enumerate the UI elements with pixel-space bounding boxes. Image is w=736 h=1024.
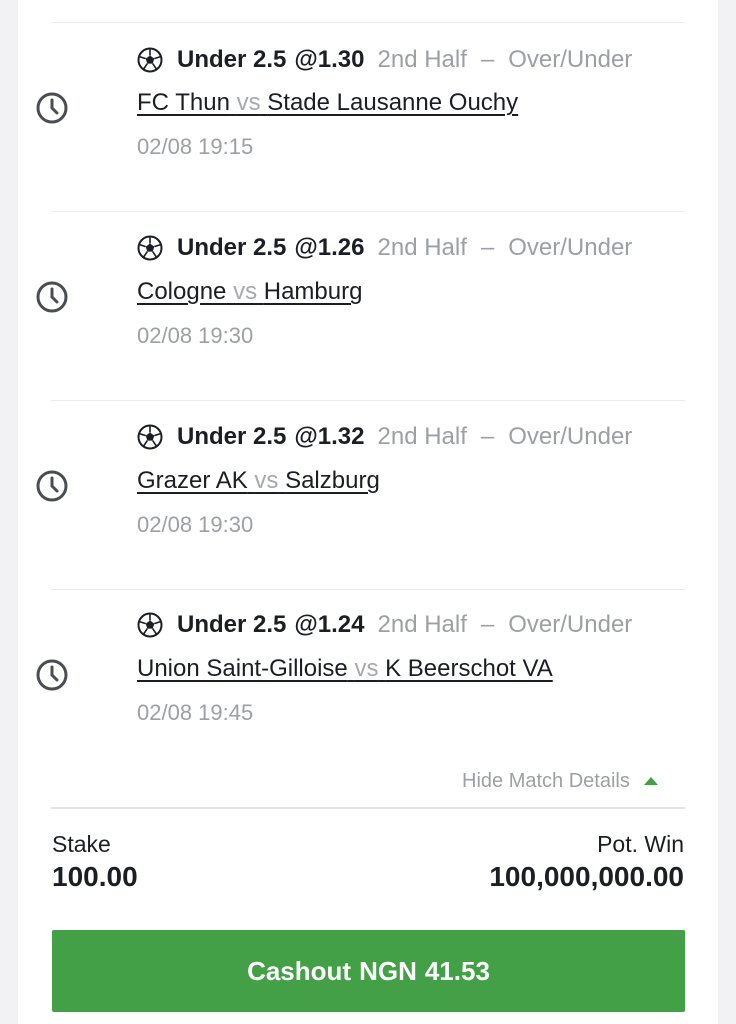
clock-icon bbox=[34, 279, 70, 315]
kickoff-time: 02/08 19:30 bbox=[137, 323, 254, 348]
selection-line: Under 2.5 @1.32 2nd Half – Over/Under bbox=[137, 422, 632, 452]
market-type: Over/Under bbox=[508, 234, 633, 261]
soccer-ball-icon bbox=[137, 235, 163, 261]
match-link[interactable]: Grazer AK vs Salzburg bbox=[137, 467, 380, 497]
market-period: 2nd Half bbox=[377, 423, 467, 450]
stake-value: 100.00 bbox=[52, 861, 138, 892]
cashout-amount: 41.53 bbox=[424, 955, 490, 986]
market-period: 2nd Half bbox=[377, 234, 467, 261]
selection-line: Under 2.5 @1.30 2nd Half – Over/Under bbox=[137, 45, 632, 75]
stake-label: Stake bbox=[52, 831, 111, 857]
separator: – bbox=[480, 234, 495, 261]
kickoff-time: 02/08 19:15 bbox=[137, 134, 254, 159]
caret-up-icon bbox=[643, 777, 658, 785]
separator: – bbox=[480, 611, 495, 638]
market-type: Over/Under bbox=[508, 423, 633, 450]
home-team[interactable]: Cologne bbox=[137, 278, 226, 305]
market-period: 2nd Half bbox=[377, 611, 467, 638]
match-link[interactable]: FC Thun vs Stade Lausanne Ouchy bbox=[137, 89, 518, 119]
market-type: Over/Under bbox=[508, 46, 633, 73]
soccer-ball-icon bbox=[137, 612, 163, 638]
bet-row: Under 2.5 @1.26 2nd Half – Over/Under Co… bbox=[0, 211, 736, 400]
selection-odds: @1.30 bbox=[294, 46, 365, 73]
soccer-ball-icon bbox=[137, 47, 163, 73]
clock-icon bbox=[34, 468, 70, 504]
market-type: Over/Under bbox=[508, 611, 633, 638]
home-team[interactable]: Grazer AK bbox=[137, 467, 248, 494]
home-team[interactable]: Union Saint-Gilloise bbox=[137, 655, 348, 682]
separator: – bbox=[480, 46, 495, 73]
match-link[interactable]: Union Saint-Gilloise vs K Beerschot VA bbox=[137, 655, 553, 685]
kickoff-time: 02/08 19:30 bbox=[137, 512, 254, 537]
clock-icon bbox=[34, 657, 70, 693]
cashout-label: Cashout bbox=[247, 955, 352, 986]
bet-row: Under 2.5 @1.32 2nd Half – Over/Under Gr… bbox=[0, 400, 736, 589]
away-team[interactable]: Stade Lausanne Ouchy bbox=[267, 89, 518, 116]
kickoff-time: 02/08 19:45 bbox=[137, 700, 254, 725]
bet-row: Under 2.5 @1.24 2nd Half – Over/Under Un… bbox=[0, 589, 736, 778]
toggle-label: Hide Match Details bbox=[462, 769, 630, 792]
home-team[interactable]: FC Thun bbox=[137, 89, 230, 116]
clock-icon bbox=[34, 90, 70, 126]
selection-name: Under 2.5 bbox=[177, 46, 287, 73]
selection-odds: @1.32 bbox=[294, 423, 365, 450]
selection-name: Under 2.5 bbox=[177, 423, 287, 450]
selection-name: Under 2.5 bbox=[177, 234, 287, 261]
separator: – bbox=[480, 423, 495, 450]
soccer-ball-icon bbox=[137, 424, 163, 450]
match-link[interactable]: Cologne vs Hamburg bbox=[137, 278, 362, 308]
bet-row: Under 2.5 @1.30 2nd Half – Over/Under FC… bbox=[0, 22, 736, 211]
away-team[interactable]: Hamburg bbox=[264, 278, 363, 305]
pot-win-label: Pot. Win bbox=[597, 831, 684, 857]
selection-name: Under 2.5 bbox=[177, 611, 287, 638]
away-team[interactable]: K Beerschot VA bbox=[385, 655, 553, 682]
away-team[interactable]: Salzburg bbox=[285, 467, 380, 494]
vs-label: vs bbox=[233, 278, 258, 305]
hide-match-details-toggle[interactable]: Hide Match Details bbox=[462, 768, 658, 794]
market-period: 2nd Half bbox=[377, 46, 467, 73]
pot-win-value: 100,000,000.00 bbox=[489, 861, 684, 892]
cashout-button[interactable]: Cashout NGN 41.53 bbox=[52, 930, 685, 1012]
divider bbox=[51, 807, 685, 809]
selection-odds: @1.24 bbox=[294, 611, 365, 638]
vs-label: vs bbox=[254, 467, 279, 494]
vs-label: vs bbox=[354, 655, 379, 682]
selection-odds: @1.26 bbox=[294, 234, 365, 261]
selection-line: Under 2.5 @1.24 2nd Half – Over/Under bbox=[137, 610, 632, 640]
selection-line: Under 2.5 @1.26 2nd Half – Over/Under bbox=[137, 233, 632, 263]
vs-label: vs bbox=[236, 89, 261, 116]
cashout-currency: NGN bbox=[359, 955, 417, 986]
